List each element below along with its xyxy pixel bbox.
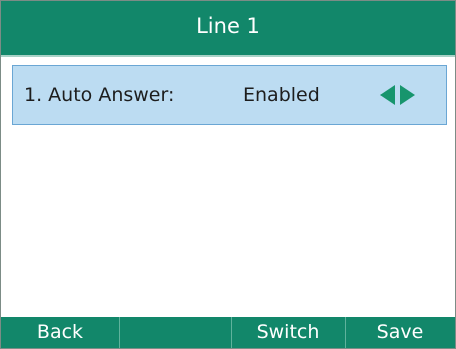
settings-list: 1. Auto Answer: Enabled [1,57,455,317]
save-softkey[interactable]: Save [345,317,455,348]
left-arrow-icon[interactable] [380,85,395,105]
switch-softkey[interactable]: Switch [231,317,345,348]
right-arrow-icon[interactable] [400,85,415,105]
back-softkey[interactable]: Back [1,317,119,348]
softkey-bar: Back Switch Save [1,317,455,348]
phone-screen: Line 1 1. Auto Answer: Enabled Back Swit… [0,0,456,349]
auto-answer-row[interactable]: 1. Auto Answer: Enabled [12,65,447,125]
title-bar: Line 1 [1,1,455,57]
page-title: Line 1 [196,14,260,38]
auto-answer-label: 1. Auto Answer: [24,84,175,106]
empty-softkey[interactable] [119,317,231,348]
auto-answer-value: Enabled [243,84,320,106]
